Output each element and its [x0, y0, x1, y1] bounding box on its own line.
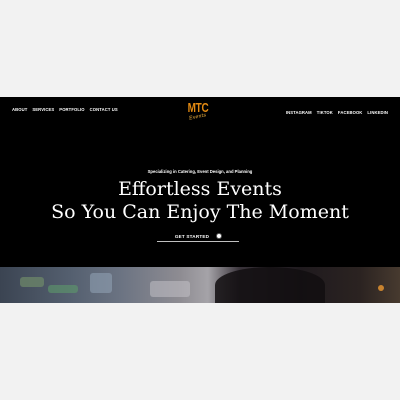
nav-link-facebook[interactable]: FACEBOOK: [338, 110, 363, 115]
video-blur-shape: [90, 273, 112, 293]
get-started-label: GET STARTED: [174, 233, 210, 239]
nav-link-portfolio[interactable]: PORTFOLIO: [59, 107, 84, 112]
video-blur-shape: [48, 285, 78, 293]
main-nav: ABOUT SERVICES PORTFOLIO CONTACT US: [12, 107, 118, 112]
nav-link-about[interactable]: ABOUT: [12, 107, 27, 112]
hero-title: Effortless Events So You Can Enjoy The M…: [0, 178, 400, 224]
get-started-button[interactable]: GET STARTED: [157, 231, 239, 242]
mtc-events-logo[interactable]: MTC Events: [185, 102, 211, 124]
hero-title-line-2: So You Can Enjoy The Moment: [51, 201, 349, 223]
hero-title-line-1: Effortless Events: [118, 178, 282, 200]
nav-link-linkedin[interactable]: LINKEDIN: [367, 110, 388, 115]
website-viewport: ABOUT SERVICES PORTFOLIO CONTACT US MTC …: [0, 97, 400, 303]
circle-icon: [217, 234, 222, 238]
social-nav: INSTAGRAM TIKTOK FACEBOOK LINKEDIN: [286, 110, 388, 115]
hero-subtitle: Specializing in Catering, Event Design, …: [147, 169, 253, 174]
nav-link-contact-us[interactable]: CONTACT US: [90, 107, 118, 112]
nav-link-services[interactable]: SERVICES: [32, 107, 54, 112]
video-blur-shape: [215, 267, 325, 303]
video-blur-shape: [150, 281, 190, 297]
nav-link-instagram[interactable]: INSTAGRAM: [286, 110, 312, 115]
background-video: [0, 267, 400, 303]
nav-link-tiktok[interactable]: TIKTOK: [317, 110, 333, 115]
video-blur-shape: [378, 285, 384, 291]
video-blur-shape: [20, 277, 44, 287]
